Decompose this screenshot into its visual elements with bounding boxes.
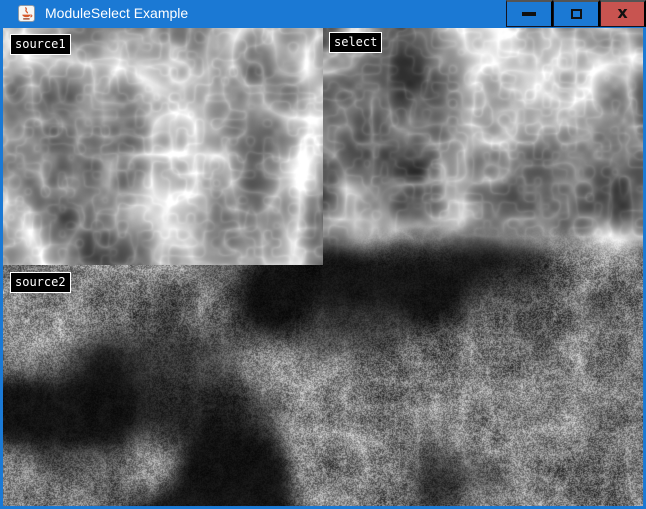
app-window: ModuleSelect Example x source1 select so…	[0, 0, 646, 509]
window-title: ModuleSelect Example	[45, 0, 188, 28]
source2-image	[3, 265, 323, 506]
close-button[interactable]: x	[600, 0, 646, 27]
close-icon: x	[617, 5, 627, 21]
select-label: select	[329, 32, 382, 53]
source2-label: source2	[10, 272, 71, 293]
minimize-icon	[522, 12, 536, 16]
minimize-button[interactable]	[506, 0, 553, 27]
java-app-icon	[18, 5, 35, 22]
render-area: source1 select source2	[3, 28, 643, 506]
maximize-icon	[571, 9, 582, 19]
titlebar[interactable]: ModuleSelect Example x	[0, 0, 646, 28]
maximize-button[interactable]	[553, 0, 600, 27]
window-controls: x	[506, 0, 646, 27]
source1-image	[3, 28, 323, 266]
source1-label: source1	[10, 34, 71, 55]
